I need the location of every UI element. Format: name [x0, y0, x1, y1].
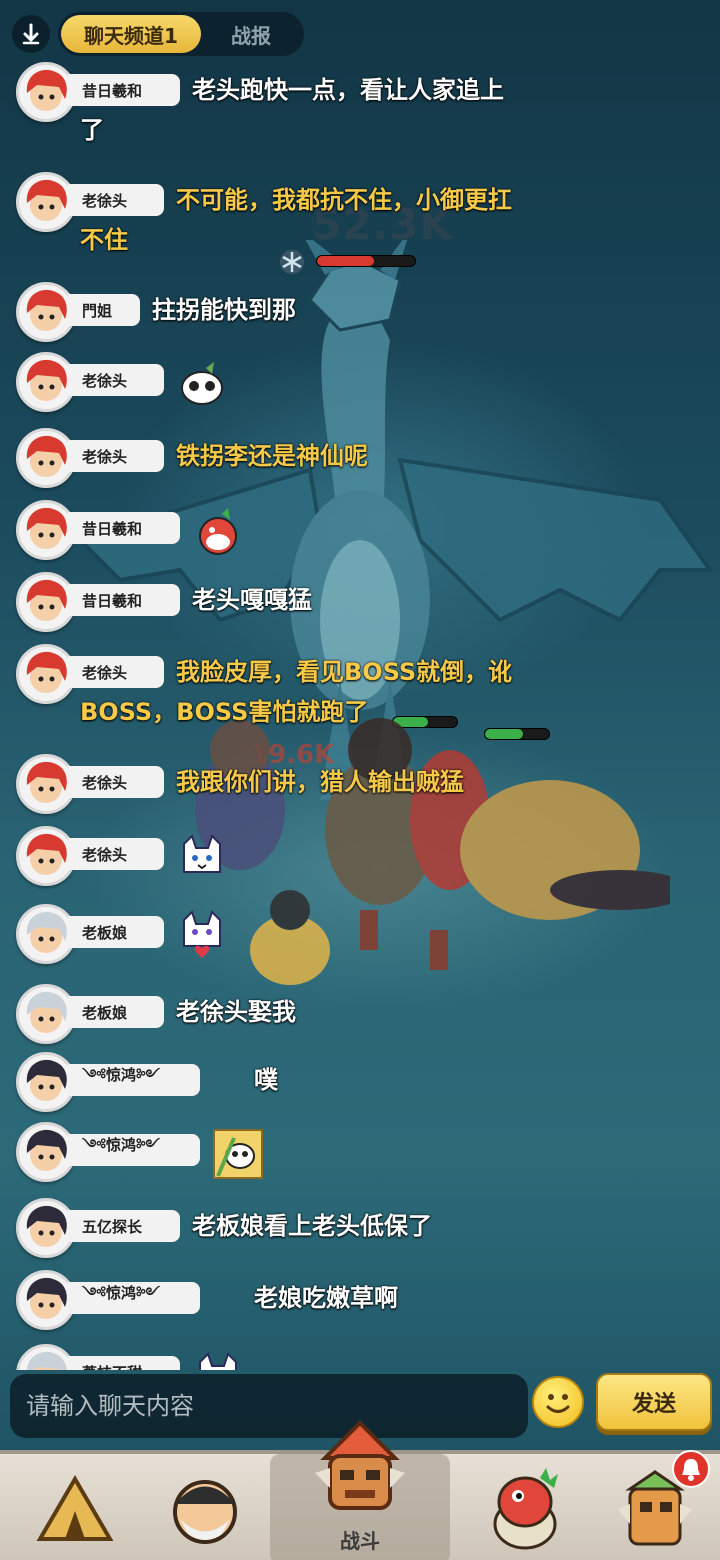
- avatar[interactable]: [16, 1270, 76, 1330]
- nav-item-hero[interactable]: [140, 1454, 270, 1560]
- dragon-sticker: [192, 506, 244, 558]
- nav-item-pet[interactable]: [460, 1454, 590, 1560]
- hero-face-icon: [173, 1480, 237, 1544]
- avatar[interactable]: [16, 428, 76, 488]
- avatar[interactable]: [16, 826, 76, 886]
- nav-item-tent[interactable]: [10, 1454, 140, 1560]
- chat-list[interactable]: 昔日羲和 老头跑快一点，看让人家追上了老徐头 不可能，我都抗不住，小御更扛 不住 門姐拄…: [0, 60, 720, 1370]
- username-label: 老板娘: [68, 916, 164, 948]
- chat-message: 老徐头 不可能，我都抗不住，小御更扛不住: [16, 172, 716, 262]
- smiley-icon: [546, 1394, 570, 1413]
- message-text-continued: BOSS，BOSS害怕就跑了: [80, 698, 369, 726]
- nav-battle-label: 战斗: [340, 1529, 380, 1553]
- cat-sticker: [176, 832, 228, 884]
- message-text: 老头嘎嘎猛: [192, 586, 312, 614]
- avatar[interactable]: [16, 1122, 76, 1182]
- username-label: ༺惊鸿༻: [68, 1134, 200, 1166]
- collapse-button[interactable]: [12, 15, 50, 53]
- avatar[interactable]: [16, 984, 76, 1044]
- username-label: 老徐头: [68, 766, 164, 798]
- arrow-down-icon: [22, 23, 40, 45]
- avatar[interactable]: [16, 1198, 76, 1258]
- cat-heart-sticker: [176, 910, 228, 962]
- message-text: 我跟你们讲，猎人输出贼猛: [176, 768, 464, 796]
- username-label: ༺惊鸿༻: [68, 1064, 200, 1096]
- avatar[interactable]: [16, 282, 76, 342]
- message-text: 不可能，我都抗不住，小御更扛: [176, 186, 512, 214]
- panda-sticker: [176, 358, 228, 410]
- avatar[interactable]: [16, 500, 76, 560]
- username-label: 老板娘: [68, 996, 164, 1028]
- username-label: 老徐头: [68, 184, 164, 216]
- avatar[interactable]: [16, 352, 76, 412]
- tab-battle-report[interactable]: 战报: [201, 15, 301, 53]
- avatar[interactable]: [16, 572, 76, 632]
- avatar[interactable]: [16, 754, 76, 814]
- emoji-button[interactable]: [532, 1376, 584, 1428]
- nav-item-battle[interactable]: 战斗: [270, 1420, 450, 1560]
- bell-icon: [682, 1459, 700, 1481]
- message-text: 拄拐能快到那: [152, 296, 296, 324]
- username-label: 荔枝不甜: [68, 1356, 180, 1370]
- message-text-continued: 不住: [80, 226, 128, 254]
- battle-totem-icon: [315, 1420, 405, 1510]
- username-label: 昔日羲和: [68, 512, 180, 544]
- username-label: 五亿探长: [68, 1210, 180, 1242]
- message-text-continued: 了: [80, 116, 104, 144]
- send-button[interactable]: 发送: [596, 1373, 712, 1431]
- message-text: 老板娘看上老头低保了: [192, 1212, 432, 1240]
- username-label: 老徐头: [68, 838, 164, 870]
- username-label: 老徐头: [68, 440, 164, 472]
- chat-input[interactable]: [10, 1374, 528, 1438]
- avatar[interactable]: [16, 1344, 76, 1370]
- chat-message: 昔日羲和 老头跑快一点，看让人家追上了: [16, 62, 716, 152]
- red-dino-icon: [493, 1468, 558, 1550]
- avatar[interactable]: [16, 172, 76, 232]
- tab-chat-channel[interactable]: 聊天频道1: [61, 15, 201, 53]
- username-label: 老徐头: [68, 364, 164, 396]
- username-label: 門姐: [68, 294, 140, 326]
- username-label: ༺惊鸿༻: [68, 1282, 200, 1314]
- bamboo-sticker: [212, 1128, 264, 1180]
- message-text: 老头跑快一点，看让人家追上: [192, 76, 504, 104]
- avatar[interactable]: [16, 644, 76, 704]
- chat-message: 老板娘: [16, 904, 716, 994]
- chat-tabs: 聊天频道1 战报: [58, 12, 304, 56]
- chat-message: 荔枝不甜: [16, 1344, 716, 1370]
- avatar[interactable]: [16, 1052, 76, 1112]
- message-text: 老徐头娶我: [176, 998, 296, 1026]
- bottom-nav: 战斗: [0, 1420, 720, 1560]
- chat-message: 老徐头 我脸皮厚，看见BOSS就倒，讹 BOSS，BOSS害怕就跑了: [16, 644, 716, 734]
- username-label: 昔日羲和: [68, 74, 180, 106]
- username-label: 昔日羲和: [68, 584, 180, 616]
- chat-header: 聊天频道1 战报: [12, 12, 304, 56]
- message-text: 铁拐李还是神仙呢: [176, 442, 368, 470]
- message-text: 我脸皮厚，看见BOSS就倒，讹: [176, 658, 513, 686]
- chat-message: 老徐头: [16, 826, 716, 916]
- tent-icon: [36, 1475, 114, 1541]
- message-text: 老娘吃嫩草啊: [254, 1284, 398, 1312]
- cat-sticker: [192, 1350, 244, 1370]
- username-label: 老徐头: [68, 656, 164, 688]
- notification-badge[interactable]: [672, 1450, 710, 1488]
- message-text: 噗: [254, 1066, 278, 1094]
- avatar[interactable]: [16, 62, 76, 122]
- avatar[interactable]: [16, 904, 76, 964]
